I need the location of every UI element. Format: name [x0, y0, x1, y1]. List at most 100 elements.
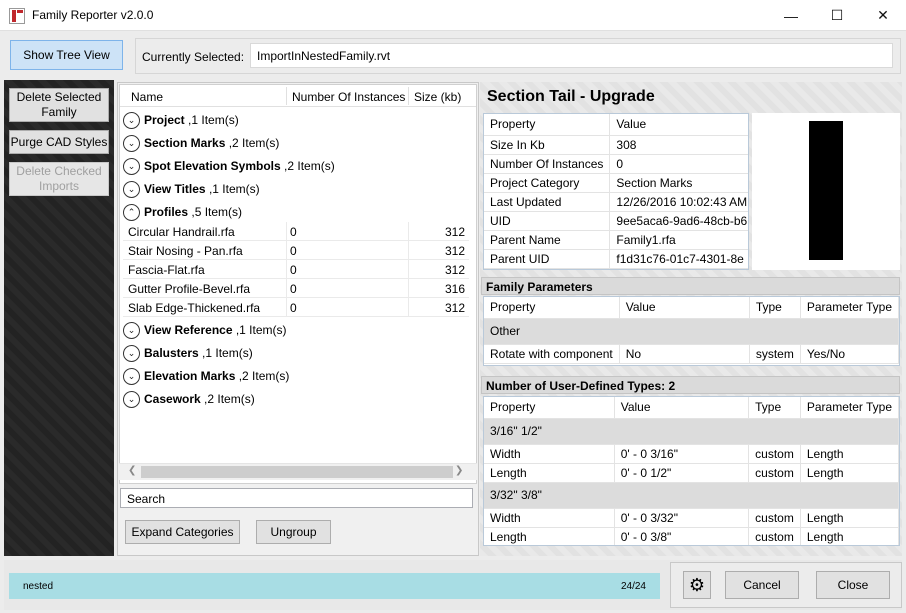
header-size[interactable]: Size (kb)	[414, 90, 461, 104]
item-size: 312	[444, 263, 465, 277]
type-property: Width	[484, 508, 615, 528]
list-item[interactable]: Stair Nosing - Pan.rfa 0 312	[123, 241, 469, 260]
item-name: Stair Nosing - Pan.rfa	[128, 244, 243, 258]
ungroup-button[interactable]: Ungroup	[256, 520, 331, 544]
table-row[interactable]: Width 0' - 0 3/16" custom Length	[484, 444, 899, 464]
close-button[interactable]: Close	[816, 571, 890, 599]
scroll-left-icon[interactable]: ❮	[128, 465, 136, 476]
table-row[interactable]: Project Category Section Marks	[484, 173, 748, 193]
column-header: Parameter Type	[800, 397, 899, 419]
table-row[interactable]: Last Updated 12/26/2016 10:02:43 AM	[484, 192, 748, 212]
list-item[interactable]: Circular Handrail.rfa 0 312	[123, 222, 469, 241]
chevron-down-icon[interactable]: ⌄	[123, 345, 140, 362]
type-value: 0' - 0 1/2"	[614, 463, 750, 483]
item-instances: 0	[290, 225, 297, 239]
chevron-down-icon[interactable]: ⌄	[123, 112, 140, 129]
delete-selected-family-button[interactable]: Delete Selected Family	[9, 88, 109, 122]
chevron-down-icon[interactable]: ⌄	[123, 135, 140, 152]
property-name: Size In Kb	[484, 135, 611, 155]
group-row[interactable]: Other	[484, 318, 899, 345]
progress-bar: nested 24/24	[9, 573, 660, 599]
category-count: ,1 Item(s)	[235, 323, 287, 337]
family-parameters-table[interactable]: Property Value Type Parameter Type Other…	[483, 296, 900, 366]
property-name: Project Category	[484, 173, 611, 193]
type-property: Width	[484, 444, 615, 464]
purge-cad-styles-button[interactable]: Purge CAD Styles	[9, 130, 109, 154]
list-item[interactable]: Gutter Profile-Bevel.rfa 0 316	[123, 279, 469, 298]
category-balusters[interactable]: ⌄ Balusters ,1 Item(s)	[120, 342, 476, 365]
horizontal-scrollbar[interactable]: ❮ ❯	[119, 463, 477, 480]
family-title: Section Tail - Upgrade	[487, 88, 655, 105]
chevron-down-icon[interactable]: ⌄	[123, 368, 140, 385]
table-row[interactable]: Length 0' - 0 3/8" custom Length	[484, 527, 899, 545]
type-property: Length	[484, 527, 615, 545]
chevron-down-icon[interactable]: ⌄	[123, 322, 140, 339]
header-name[interactable]: Name	[131, 90, 163, 104]
header-instances[interactable]: Number Of Instances	[292, 90, 405, 104]
item-name: Fascia-Flat.rfa	[128, 263, 205, 277]
category-profiles[interactable]: ⌃ Profiles ,5 Item(s)	[120, 201, 476, 224]
table-row[interactable]: Parent UID f1d31c76-01c7-4301-8e	[484, 249, 748, 269]
table-row[interactable]: Size In Kb 308	[484, 135, 748, 155]
show-tree-view-button[interactable]: Show Tree View	[10, 40, 123, 70]
category-count: ,2 Item(s)	[284, 159, 335, 173]
category-project[interactable]: ⌄ Project ,1 Item(s)	[120, 109, 476, 132]
scroll-right-icon[interactable]: ❯	[455, 465, 463, 476]
property-value: Section Marks	[609, 173, 748, 193]
item-size: 312	[444, 244, 465, 258]
category-count: ,1 Item(s)	[188, 113, 239, 127]
table-row[interactable]: Rotate with component No system Yes/No	[484, 344, 899, 364]
category-casework[interactable]: ⌄ Casework ,2 Item(s)	[120, 388, 476, 411]
gear-icon: ⚙	[688, 574, 706, 595]
chevron-down-icon[interactable]: ⌄	[123, 158, 140, 175]
maximize-button[interactable]: ☐	[814, 0, 860, 31]
settings-button[interactable]: ⚙	[683, 571, 711, 599]
type-type: custom	[748, 444, 801, 464]
category-name: Spot Elevation Symbols	[144, 159, 281, 173]
type-value: 0' - 0 3/32"	[614, 508, 750, 528]
category-name: Elevation Marks	[144, 369, 236, 383]
user-defined-types-table[interactable]: Property Value Type Parameter Type 3/16"…	[483, 396, 900, 546]
category-name: View Reference	[144, 323, 233, 337]
param-type: system	[749, 344, 801, 364]
family-tree[interactable]: Name Number Of Instances Size (kb) ⌄ Pro…	[119, 84, 477, 484]
group-row[interactable]: 3/16" 1/2"	[484, 418, 899, 445]
table-row[interactable]: Number Of Instances 0	[484, 154, 748, 174]
chevron-down-icon[interactable]: ⌄	[123, 181, 140, 198]
currently-selected-field[interactable]: ImportInNestedFamily.rvt	[250, 43, 893, 68]
properties-table[interactable]: Property Value Size In Kb 308 Number Of I…	[483, 113, 749, 270]
category-view-reference[interactable]: ⌄ View Reference ,1 Item(s)	[120, 319, 476, 342]
delete-checked-imports-button[interactable]: Delete Checked Imports	[9, 162, 109, 196]
column-header: Value	[619, 297, 750, 319]
category-view-titles[interactable]: ⌄ View Titles ,1 Item(s)	[120, 178, 476, 201]
column-header: Parameter Type	[800, 297, 899, 319]
expand-categories-button[interactable]: Expand Categories	[125, 520, 240, 544]
category-spot-elevation-symbols[interactable]: ⌄ Spot Elevation Symbols ,2 Item(s)	[120, 155, 476, 178]
category-section-marks[interactable]: ⌄ Section Marks ,2 Item(s)	[120, 132, 476, 155]
category-count: ,5 Item(s)	[191, 205, 243, 219]
category-elevation-marks[interactable]: ⌄ Elevation Marks ,2 Item(s)	[120, 365, 476, 388]
group-name: Other	[484, 318, 899, 345]
chevron-down-icon[interactable]: ⌄	[123, 391, 140, 408]
list-item[interactable]: Fascia-Flat.rfa 0 312	[123, 260, 469, 279]
table-row[interactable]: Width 0' - 0 3/32" custom Length	[484, 508, 899, 528]
scrollbar-thumb[interactable]	[141, 466, 453, 478]
app-logo-icon	[9, 8, 25, 24]
search-input[interactable]: Search	[120, 488, 473, 508]
cancel-button[interactable]: Cancel	[725, 571, 799, 599]
minimize-button[interactable]: —	[768, 0, 814, 31]
table-row[interactable]: UID 9ee5aca6-9ad6-48cb-b6	[484, 211, 748, 231]
group-row[interactable]: 3/32" 3/8"	[484, 482, 899, 509]
property-value: 0	[609, 154, 748, 174]
type-parameter-type: Length	[800, 508, 899, 528]
property-name: UID	[484, 211, 611, 231]
type-parameter-type: Length	[800, 444, 899, 464]
list-item[interactable]: Slab Edge-Thickened.rfa 0 312	[123, 298, 469, 317]
property-value: 12/26/2016 10:02:43 AM	[609, 192, 748, 212]
close-window-button[interactable]: ✕	[860, 0, 906, 31]
table-row[interactable]: Parent Name Family1.rfa	[484, 230, 748, 250]
column-header: Value	[614, 397, 750, 419]
chevron-up-icon[interactable]: ⌃	[123, 204, 140, 221]
table-row[interactable]: Length 0' - 0 1/2" custom Length	[484, 463, 899, 483]
group-name: 3/16" 1/2"	[484, 418, 899, 445]
